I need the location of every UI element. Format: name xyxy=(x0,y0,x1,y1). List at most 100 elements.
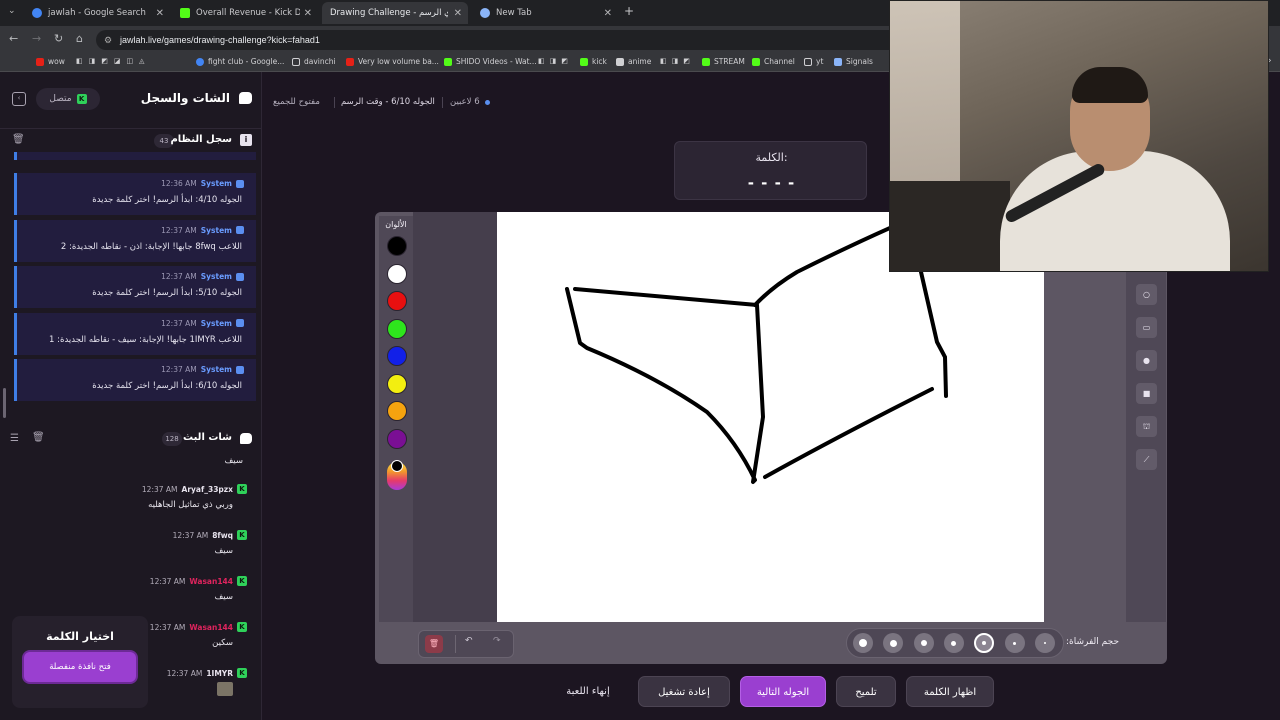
reload-icon[interactable]: ↻ xyxy=(54,32,63,45)
chat-username[interactable]: 8fwq xyxy=(212,531,233,540)
trash-icon[interactable]: 🗑 xyxy=(32,432,45,443)
bookmark-fight-club[interactable]: fight club - Google... xyxy=(196,57,284,66)
bookmark-very-low-volume[interactable]: Very low volume ba... xyxy=(346,57,439,66)
close-icon[interactable]: ✕ xyxy=(304,8,312,19)
bookmark-icon-row-2[interactable]: ◧◨◩ xyxy=(538,57,573,65)
tab-drawing-challenge[interactable]: Drawing Challenge - تحدي الرسم ✕ xyxy=(322,2,468,24)
fill-bucket-tool-icon[interactable]: ⛫ xyxy=(1136,416,1157,437)
end-game-button[interactable]: إنهاء اللعبة xyxy=(548,676,628,707)
log-sender: System xyxy=(200,365,232,375)
kick-icon: K xyxy=(237,484,247,494)
youtube-icon xyxy=(346,57,354,66)
circle-tool-icon[interactable]: ○ xyxy=(1136,284,1157,305)
divider xyxy=(0,128,262,129)
bookmark-wow[interactable]: wow xyxy=(36,57,65,66)
log-sender: System xyxy=(200,225,232,235)
chrome-icon xyxy=(480,8,490,18)
kick-icon xyxy=(580,57,588,66)
kick-icon: K xyxy=(237,530,247,540)
color-swatch[interactable] xyxy=(387,318,407,339)
log-time: 12:36 AM xyxy=(161,179,197,188)
log-time: 12:37 AM xyxy=(161,318,197,328)
color-swatch[interactable] xyxy=(387,428,407,449)
forward-icon[interactable]: → xyxy=(32,32,41,45)
color-swatch[interactable] xyxy=(387,346,407,366)
stream-chat-title: شات البث xyxy=(183,432,232,443)
color-swatch[interactable] xyxy=(387,401,407,421)
tab-kick-dashboard[interactable]: Overall Revenue - Kick Dashbo ✕ xyxy=(172,2,318,24)
close-icon[interactable]: ✕ xyxy=(454,8,462,19)
redo-icon[interactable]: ↷ xyxy=(493,636,501,646)
collapse-panel-icon[interactable]: ‹ xyxy=(12,92,26,106)
brush-size-dot xyxy=(889,639,897,647)
filled-rectangle-tool-icon[interactable]: ■ xyxy=(1136,383,1157,404)
color-palette: الألوان xyxy=(379,216,413,622)
brush-size-option[interactable] xyxy=(853,633,873,653)
bookmark-signals[interactable]: Signals xyxy=(834,57,873,66)
tab-google[interactable]: jawlah - Google Search ✕ xyxy=(24,2,170,24)
tab-new-tab[interactable]: New Tab ✕ xyxy=(472,2,618,24)
chat-username[interactable]: Aryaf_33pzx xyxy=(182,485,233,494)
stroke-1 xyxy=(565,287,765,484)
players-dot xyxy=(485,100,490,105)
log-scrollbar[interactable] xyxy=(3,388,6,418)
color-swatch[interactable] xyxy=(387,263,407,284)
bookmark-davinchi[interactable]: davinchi xyxy=(292,57,336,66)
chat-text: وربي ذي تماثيل الجاهليه xyxy=(148,500,233,510)
log-time: 12:37 AM xyxy=(161,272,197,282)
shield-icon xyxy=(236,365,244,374)
drawing-canvas[interactable] xyxy=(497,212,1044,622)
tab-title: Overall Revenue - Kick Dashbo xyxy=(196,8,300,18)
log-item: 12:37 AM System اللاعب 8fwq جابها! الإجابة… xyxy=(14,219,256,262)
log-item: 12:36 AM System الجوله 4/10: ابدأ الرسم! ا… xyxy=(14,173,256,215)
tab-search-icon[interactable]: ⌄ xyxy=(8,6,16,16)
info-icon: i xyxy=(240,134,252,146)
rectangle-tool-icon[interactable]: ▭ xyxy=(1136,317,1157,338)
chat-bubble-icon xyxy=(239,92,252,104)
brush-size-option[interactable] xyxy=(1034,633,1055,653)
close-icon[interactable]: ✕ xyxy=(156,8,164,19)
log-sender: System xyxy=(200,272,232,282)
trash-icon[interactable]: 🗑 xyxy=(12,134,25,145)
new-tab-button[interactable]: + xyxy=(624,4,634,18)
brush-size-option[interactable] xyxy=(1004,633,1025,653)
next-round-button[interactable]: الجوله التالية xyxy=(740,676,826,707)
restart-label: إعادة تشغيل xyxy=(658,687,710,698)
close-icon[interactable]: ✕ xyxy=(604,8,612,19)
bookmark-icon-row-3[interactable]: ◧◨◩ xyxy=(660,57,695,65)
clear-canvas-trash-icon[interactable]: 🗑 xyxy=(425,635,443,653)
bookmark-icon-row[interactable]: ◧◨◩◪◫◬ xyxy=(76,57,150,65)
color-swatch[interactable] xyxy=(387,373,407,394)
custom-color-picker[interactable] xyxy=(387,460,407,490)
open-separate-window-button[interactable]: فتح نافذة منفصلة xyxy=(24,652,136,682)
chat-username[interactable]: Wasan144 xyxy=(189,577,233,586)
kick-icon xyxy=(180,8,190,18)
undo-icon[interactable]: ↶ xyxy=(465,636,473,646)
word-pick-title: اختيار الكلمة xyxy=(46,630,114,643)
bookmark-shido[interactable]: SHIDO Videos - Wat... xyxy=(444,57,537,66)
site-info-icon[interactable]: ⚙ xyxy=(104,30,112,50)
brush-size-option[interactable] xyxy=(913,633,934,653)
bookmark-anime[interactable]: anime xyxy=(616,57,651,66)
color-swatch[interactable] xyxy=(387,291,407,311)
reveal-word-button[interactable]: اظهار الكلمة xyxy=(906,676,994,707)
hint-button[interactable]: تلميح xyxy=(836,676,896,707)
bookmark-stream[interactable]: STREAM xyxy=(702,57,745,66)
bookmark-yt[interactable]: yt xyxy=(804,57,823,66)
home-icon[interactable]: ⌂ xyxy=(76,32,83,45)
line-tool-icon[interactable]: ⟋ xyxy=(1136,449,1157,470)
bookmark-kick[interactable]: kick xyxy=(580,57,607,66)
webcam-overlay xyxy=(889,0,1269,272)
back-icon[interactable]: ← xyxy=(9,32,18,45)
chat-message: 12:37 AM Aryaf_33pzx K وربي ذي تماثيل الجاه… xyxy=(15,484,247,524)
chat-username[interactable]: Wasan144 xyxy=(189,623,233,632)
filter-icon[interactable]: ☰ xyxy=(10,433,19,444)
log-item: 12:37 AM System الجوله 6/10: ابدأ الرسم! ا… xyxy=(14,359,256,402)
color-swatch[interactable] xyxy=(387,236,407,256)
chat-username[interactable]: 1IMYR xyxy=(206,669,233,678)
restart-button[interactable]: إعادة تشغيل xyxy=(638,676,730,707)
divider xyxy=(455,635,456,653)
filled-circle-tool-icon[interactable]: ● xyxy=(1136,350,1157,371)
brush-size-option[interactable] xyxy=(943,633,964,653)
bookmark-channel[interactable]: Channel xyxy=(752,57,795,66)
